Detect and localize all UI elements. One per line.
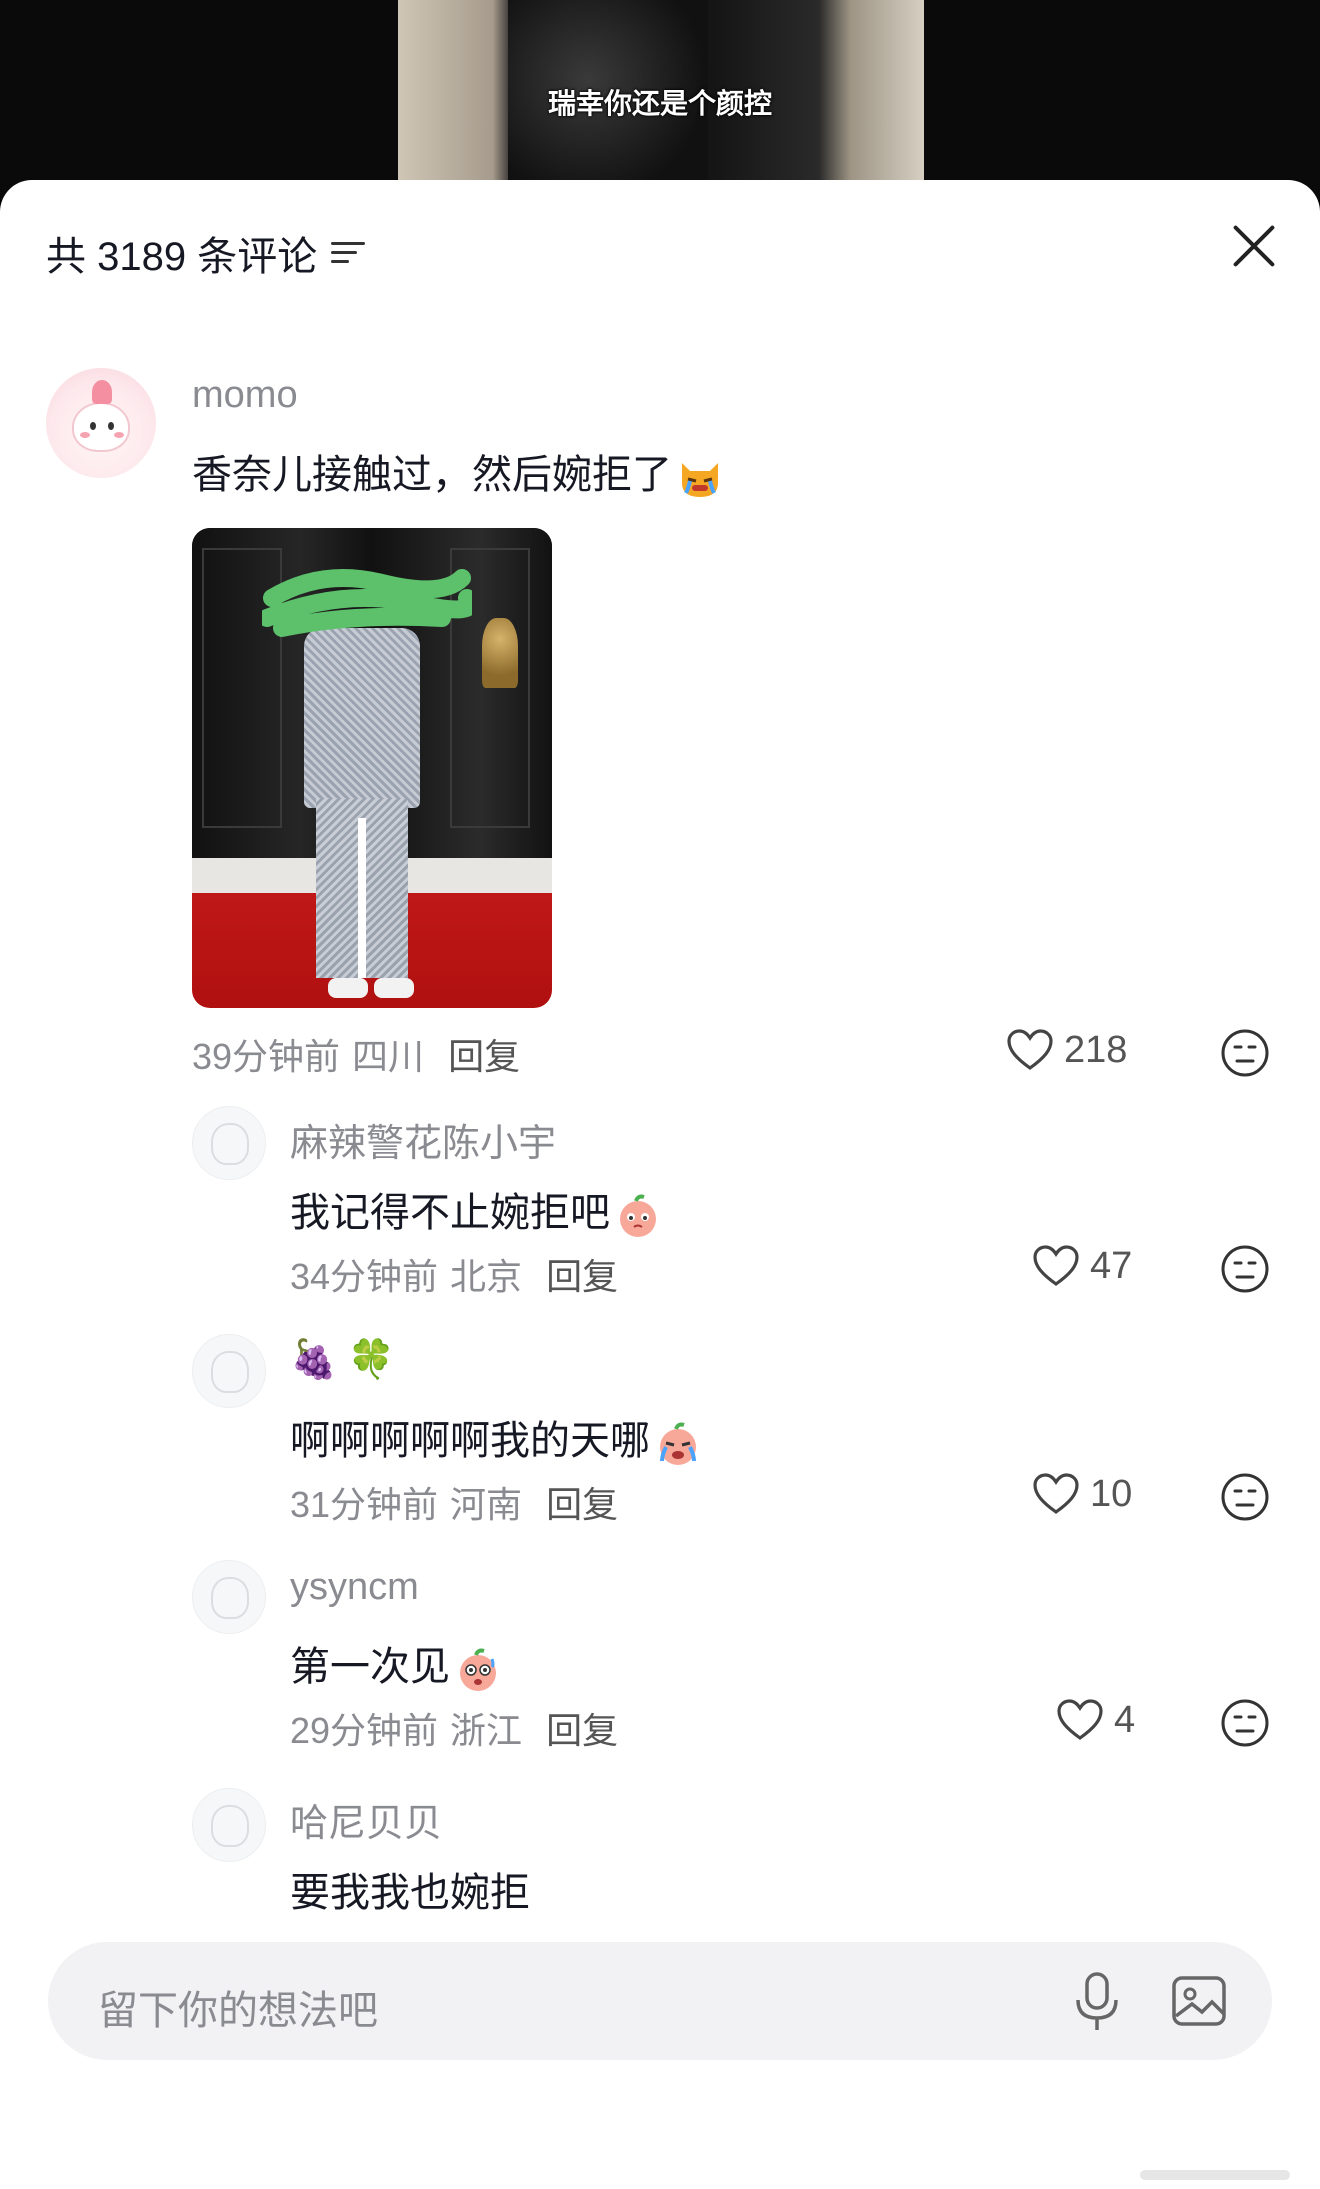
reply-button[interactable]: 回复 — [546, 1256, 618, 1297]
microphone-icon[interactable] — [1068, 1970, 1126, 2034]
home-indicator — [1140, 2170, 1290, 2180]
comment-sheet: 共 3189 条评论 momo 香奈儿接触过，然后婉拒了 39分钟前四川回复 — [0, 180, 1320, 2189]
dislike-face-icon[interactable] — [1220, 1028, 1270, 1078]
like-count: 218 — [1064, 1028, 1128, 1071]
reply-button[interactable]: 回复 — [546, 1710, 618, 1751]
dislike-face-icon[interactable] — [1220, 1698, 1270, 1748]
avatar[interactable] — [192, 1788, 266, 1862]
heart-icon — [1033, 1245, 1079, 1286]
comment-text: 第一次见 — [290, 1634, 502, 1693]
avatar[interactable] — [46, 368, 156, 478]
crying-peach-emoji-icon — [660, 1422, 696, 1466]
comment-username[interactable]: 哈尼贝贝 — [290, 1792, 442, 1847]
close-icon[interactable] — [1232, 224, 1276, 268]
comment-region: 河南 — [450, 1484, 523, 1525]
comment-time: 34分钟前 — [290, 1256, 439, 1297]
trophy-icon — [482, 618, 518, 688]
like-count: 4 — [1114, 1698, 1136, 1741]
avatar[interactable] — [192, 1334, 266, 1408]
surprised-peach-emoji-icon — [460, 1648, 496, 1692]
image-icon[interactable] — [1170, 1972, 1228, 2030]
comment-text-content: 第一次见 — [290, 1645, 450, 1689]
comment-count: 共 3189 条评论 — [46, 235, 318, 279]
heart-icon — [1033, 1473, 1079, 1514]
comment-meta: 39分钟前 四川 回复 — [192, 1028, 520, 1080]
like-button[interactable]: 47 — [1032, 1244, 1132, 1288]
comment-time: 31分钟前 — [290, 1484, 439, 1525]
comment-text-content: 啊啊啊啊啊我的天哪 — [290, 1419, 650, 1463]
comment-region: 北京 — [450, 1256, 523, 1297]
comment-region: 浙江 — [450, 1710, 523, 1751]
comment-meta: 34分钟前 北京 回复 — [290, 1248, 618, 1300]
comment-username[interactable]: ysyncm — [290, 1566, 419, 1609]
heart-icon — [1057, 1699, 1103, 1740]
thinking-peach-emoji-icon — [620, 1194, 656, 1238]
comment-text: 啊啊啊啊啊我的天哪 — [290, 1408, 702, 1467]
comment-text-content: 我记得不止婉拒吧 — [290, 1191, 610, 1235]
comment-text: 我记得不止婉拒吧 — [290, 1180, 662, 1239]
comment-meta: 31分钟前 河南 回复 — [290, 1476, 618, 1528]
video-preview[interactable]: 瑞幸你还是个颜控 — [0, 0, 1320, 200]
like-button[interactable]: 10 — [1032, 1472, 1132, 1516]
comment-text: 要我我也婉拒 — [290, 1871, 530, 1915]
comment-input-placeholder: 留下你的想法吧 — [98, 1989, 378, 2033]
censor-scribble — [262, 569, 472, 637]
crying-cat-emoji-icon — [682, 463, 718, 498]
comment-username[interactable]: 🍇 🍀 — [290, 1338, 395, 1382]
avatar[interactable] — [192, 1560, 266, 1634]
reply-button[interactable]: 回复 — [546, 1484, 618, 1525]
video-caption: 瑞幸你还是个颜控 — [547, 88, 772, 119]
like-count: 47 — [1090, 1244, 1133, 1287]
heart-icon — [1007, 1029, 1053, 1070]
comment-text-content: 香奈儿接触过，然后婉拒了 — [192, 453, 672, 497]
comment-text: 香奈儿接触过，然后婉拒了 — [192, 442, 724, 501]
like-button[interactable]: 4 — [1056, 1698, 1135, 1742]
comment-time: 39分钟前 — [192, 1036, 341, 1077]
comment-input[interactable]: 留下你的想法吧 — [48, 1942, 1272, 2060]
comment-time: 29分钟前 — [290, 1710, 439, 1751]
comment-meta: 29分钟前 浙江 回复 — [290, 1702, 618, 1754]
like-count: 10 — [1090, 1472, 1133, 1515]
comment-region: 四川 — [352, 1036, 425, 1077]
comment-image[interactable] — [192, 528, 552, 1008]
comment-header: 共 3189 条评论 — [46, 224, 366, 282]
dislike-face-icon[interactable] — [1220, 1244, 1270, 1294]
like-button[interactable]: 218 — [1006, 1028, 1127, 1072]
avatar[interactable] — [192, 1106, 266, 1180]
comment-username[interactable]: momo — [192, 374, 298, 417]
comment-username[interactable]: 麻辣警花陈小宇 — [290, 1112, 556, 1167]
filter-icon[interactable] — [331, 238, 366, 268]
dislike-face-icon[interactable] — [1220, 1472, 1270, 1522]
reply-button[interactable]: 回复 — [448, 1036, 520, 1077]
